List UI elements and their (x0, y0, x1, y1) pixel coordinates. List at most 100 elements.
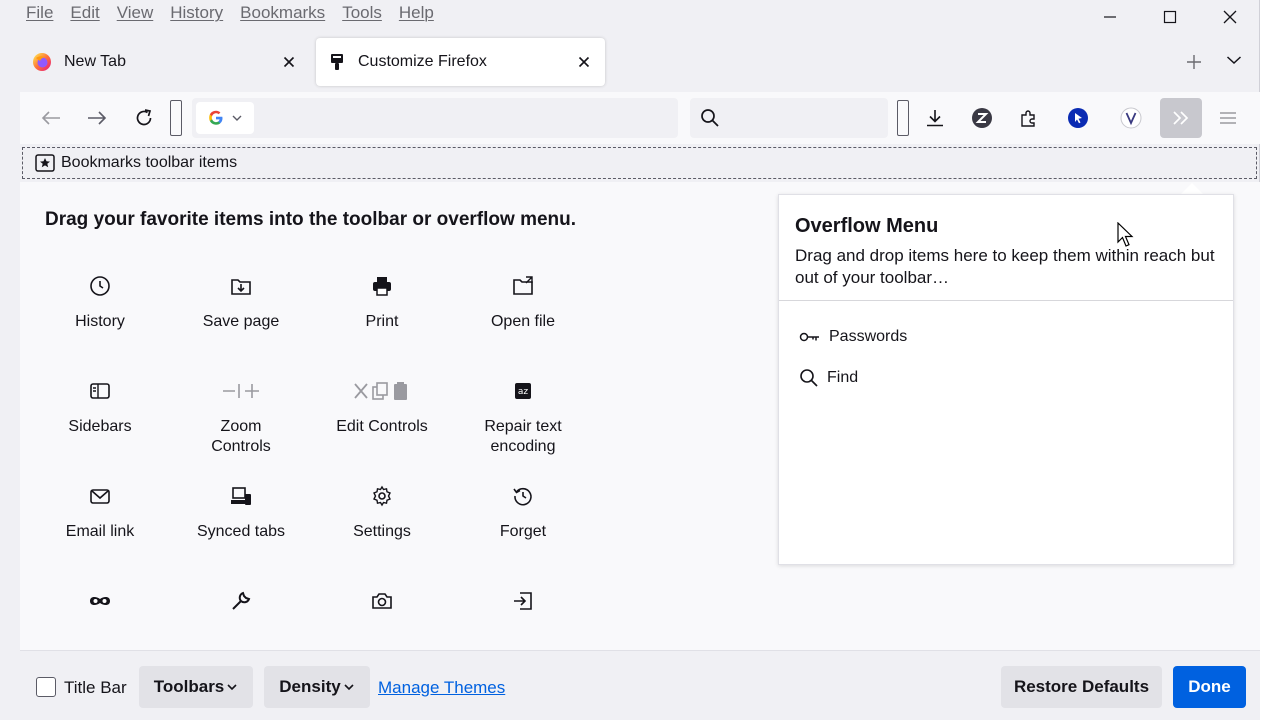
palette-item-label: Synced tabs (196, 523, 286, 540)
search-icon (701, 109, 719, 127)
url-input[interactable] (256, 102, 316, 134)
close-icon (283, 56, 295, 68)
tab-strip: New Tab Customize Firefox (20, 38, 1260, 88)
overflow-item-passwords[interactable]: Passwords (799, 322, 907, 352)
edit-controls-icon (354, 382, 407, 400)
close-window-button[interactable] (1200, 0, 1260, 34)
desktop-background (1260, 0, 1280, 720)
tab-new-tab[interactable]: New Tab (20, 38, 310, 86)
palette-item-label: Zoom Controls (211, 418, 271, 455)
reload-button[interactable] (127, 101, 161, 135)
palette-item-email-link[interactable]: Email link (30, 482, 170, 542)
palette-item-sidebars[interactable]: Sidebars (30, 377, 170, 437)
menu-history[interactable]: History (170, 3, 223, 23)
flexible-space[interactable] (897, 100, 909, 136)
density-label: Density (279, 677, 341, 696)
extensions-button[interactable] (1012, 101, 1046, 135)
bookmark-star-icon (35, 154, 55, 172)
palette-item-print[interactable]: Print (312, 272, 452, 332)
minimize-button[interactable] (1080, 0, 1140, 34)
menu-tools[interactable]: Tools (342, 3, 382, 23)
palette-item-open-file[interactable]: Open file (453, 272, 593, 332)
app-menu-button[interactable] (1211, 101, 1245, 135)
forward-button[interactable] (80, 101, 114, 135)
bookmarks-toolbar[interactable]: Bookmarks toolbar items (22, 147, 1257, 179)
palette-item-save-page[interactable]: Save page (171, 272, 311, 332)
palette-heading: Drag your favorite items into the toolba… (45, 209, 577, 230)
arrow-left-icon (41, 111, 60, 125)
menu-edit[interactable]: Edit (70, 3, 99, 23)
restore-defaults-button[interactable]: Restore Defaults (1001, 666, 1162, 708)
close-tab-button[interactable] (569, 47, 599, 77)
double-chevron-right-icon (1173, 111, 1189, 125)
overflow-item-label: Passwords (829, 328, 908, 345)
arrow-right-icon (88, 111, 107, 125)
open-folder-icon (513, 276, 533, 295)
palette-item-sign-in[interactable] (453, 587, 593, 627)
palette-item-forget[interactable]: Forget (453, 482, 593, 542)
extension-blue-button[interactable] (1061, 101, 1095, 135)
palette-item-settings[interactable]: Settings (312, 482, 452, 542)
chevron-down-icon (227, 684, 237, 691)
menu-bookmarks[interactable]: Bookmarks (240, 3, 325, 23)
palette-item-screenshot[interactable] (312, 587, 452, 627)
sign-in-icon (514, 592, 532, 610)
new-tab-button[interactable] (1180, 48, 1208, 76)
palette-item-edit-controls[interactable]: Edit Controls (312, 377, 452, 437)
palette-item-zoom-controls[interactable]: Zoom Controls (171, 377, 311, 457)
svg-text:az: az (518, 387, 529, 397)
palette-item-label: Sidebars (68, 418, 132, 435)
downloads-button[interactable] (918, 101, 952, 135)
maximize-button[interactable] (1140, 0, 1200, 34)
customization-area: Drag your favorite items into the toolba… (20, 182, 1260, 650)
menu-view[interactable]: View (117, 3, 154, 23)
density-dropdown-button[interactable]: Density (264, 666, 370, 708)
maximize-icon (1163, 10, 1177, 24)
overflow-menu-panel[interactable]: Overflow Menu Drag and drop items here t… (778, 194, 1234, 565)
palette-item-label: Edit Controls (336, 418, 428, 435)
list-all-tabs-button[interactable] (1220, 46, 1248, 74)
extension-z-button[interactable] (965, 101, 999, 135)
navigation-toolbar (20, 92, 1260, 144)
forget-icon (513, 487, 532, 506)
flexible-space[interactable] (170, 100, 182, 136)
address-bar[interactable] (192, 98, 678, 138)
private-mask-icon (90, 596, 110, 606)
search-engine-button[interactable] (196, 102, 254, 134)
clock-icon (90, 276, 110, 296)
minimize-icon (1104, 16, 1116, 18)
wrench-icon (232, 591, 251, 610)
text-encoding-icon: az (515, 383, 531, 399)
reload-icon (136, 109, 152, 126)
back-button[interactable] (34, 101, 68, 135)
palette-item-label: Save page (202, 313, 280, 330)
bookmarks-toolbar-label: Bookmarks toolbar items (61, 154, 238, 171)
save-page-icon (231, 279, 251, 295)
palette-item-label: Print (365, 313, 399, 330)
firefox-logo-icon (33, 53, 51, 71)
close-tab-button[interactable] (274, 47, 304, 77)
menu-file[interactable]: File (26, 3, 53, 23)
close-icon (578, 56, 590, 68)
palette-item-label: Settings (353, 523, 411, 540)
palette-item-history[interactable]: History (30, 272, 170, 332)
customization-palette: History Save page Print Open file Sideba… (20, 262, 640, 627)
overflow-menu-button[interactable] (1160, 98, 1202, 138)
tab-customize-firefox[interactable]: Customize Firefox (316, 38, 605, 86)
close-icon (1223, 10, 1237, 24)
manage-themes-link[interactable]: Manage Themes (378, 678, 505, 698)
search-bar[interactable] (690, 98, 888, 138)
extension-v-button[interactable] (1114, 101, 1148, 135)
palette-item-private-window[interactable] (30, 587, 170, 627)
palette-item-synced-tabs[interactable]: Synced tabs (171, 482, 311, 542)
overflow-item-find[interactable]: Find (799, 363, 858, 393)
menu-help[interactable]: Help (399, 3, 434, 23)
palette-item-developer[interactable] (171, 587, 311, 627)
done-button[interactable]: Done (1173, 666, 1246, 708)
palette-item-repair-text-encoding[interactable]: az Repair text encoding (453, 377, 593, 457)
title-bar-checkbox[interactable] (36, 677, 56, 697)
title-bar-label[interactable]: Title Bar (64, 678, 127, 698)
email-icon (90, 489, 110, 504)
toolbars-dropdown-button[interactable]: Toolbars (139, 666, 253, 708)
palette-item-label: Repair text encoding (484, 418, 562, 455)
